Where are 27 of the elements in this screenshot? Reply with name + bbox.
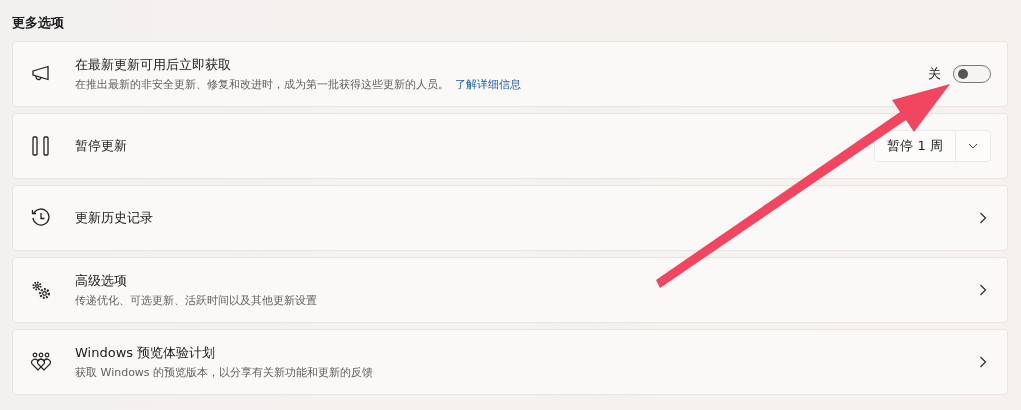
toggle-switch[interactable] [953, 65, 991, 83]
megaphone-icon [31, 65, 51, 83]
setting-title: 在最新更新可用后立即获取 [75, 56, 232, 74]
settings-card[interactable]: 更新历史记录 [12, 185, 1008, 251]
chevron-right-icon [979, 356, 987, 368]
pause-icon [32, 136, 50, 156]
setting-title: 高级选项 [75, 272, 128, 290]
setting-title: Windows 预览体验计划 [75, 344, 217, 362]
pause-dropdown[interactable]: 暂停 1 周 [874, 130, 991, 162]
settings-card[interactable]: Windows 预览体验计划 获取 Windows 的预览版本，以分享有关新功能和更新的反馈 [12, 329, 1008, 395]
history-icon [31, 208, 51, 228]
setting-description: 传递优化、可选更新、活跃时间以及其他更新设置 [75, 294, 317, 307]
toggle-state-label: 关 [928, 65, 941, 83]
settings-card[interactable]: 在最新更新可用后立即获取 在推出最新的非安全更新、修复和改进时，成为第一批获得这些更新的人员。 了解详细信息 关 [12, 41, 1008, 107]
settings-card[interactable]: 高级选项 传递优化、可选更新、活跃时间以及其他更新设置 [12, 257, 1008, 323]
hearts-icon [30, 352, 52, 372]
setting-title: 暂停更新 [75, 137, 128, 155]
setting-title: 更新历史记录 [75, 209, 154, 227]
section-title: 更多选项 [12, 14, 65, 32]
settings-card[interactable]: 暂停更新 暂停 1 周 [12, 113, 1008, 179]
setting-description: 在推出最新的非安全更新、修复和改进时，成为第一批获得这些更新的人员。 [75, 78, 449, 91]
learn-more-link[interactable]: 了解详细信息 [455, 78, 521, 91]
gears-icon [31, 280, 51, 300]
caret-icon [968, 143, 978, 149]
chevron-right-icon [979, 284, 987, 296]
chevron-right-icon [979, 212, 987, 224]
setting-description: 获取 Windows 的预览版本，以分享有关新功能和更新的反馈 [75, 366, 374, 379]
